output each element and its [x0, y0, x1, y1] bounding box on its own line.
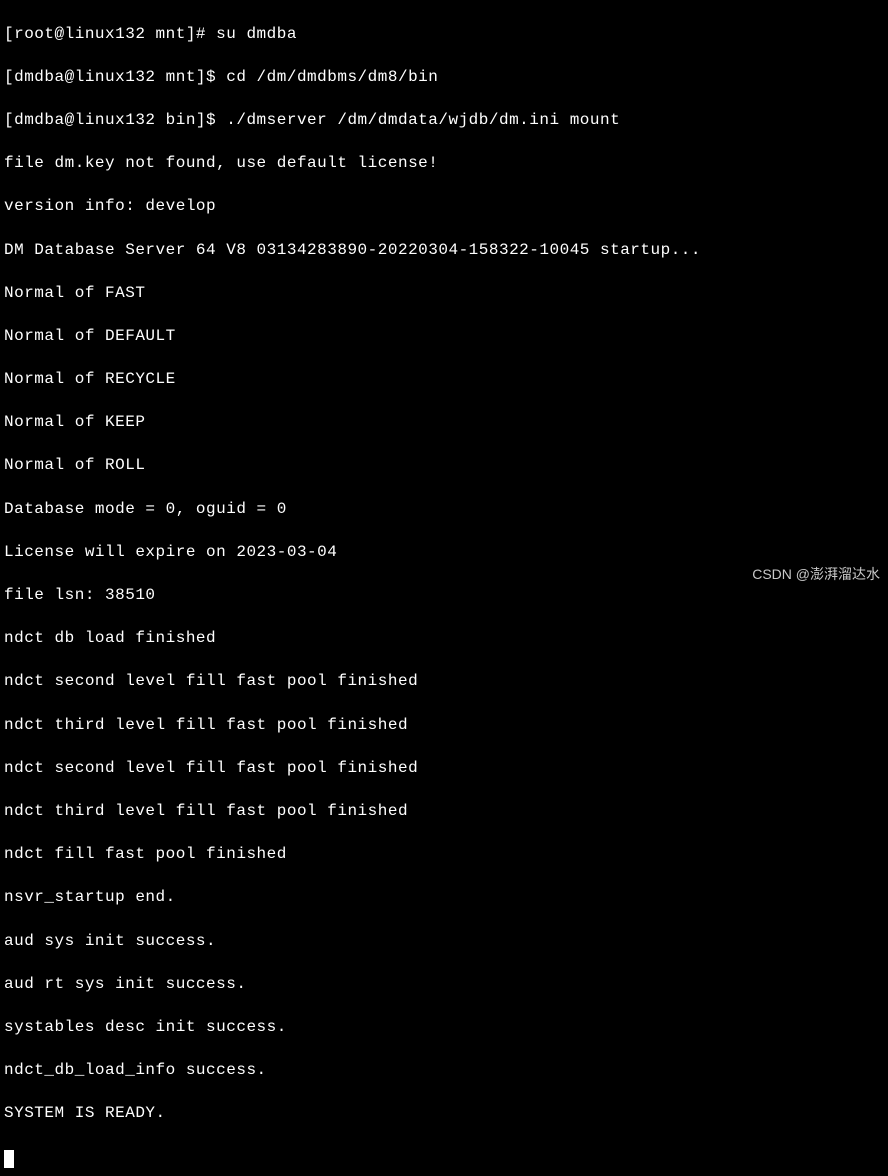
output-line: DM Database Server 64 V8 03134283890-202…	[4, 240, 884, 262]
output-line: SYSTEM IS READY.	[4, 1103, 884, 1125]
output-line: ndct second level fill fast pool finishe…	[4, 758, 884, 780]
output-line: ndct_db_load_info success.	[4, 1060, 884, 1082]
output-line: file dm.key not found, use default licen…	[4, 153, 884, 175]
output-line: aud sys init success.	[4, 931, 884, 953]
cursor-line[interactable]	[4, 1146, 884, 1168]
output-line: Normal of FAST	[4, 283, 884, 305]
cursor-block	[4, 1150, 14, 1168]
output-line: file lsn: 38510	[4, 585, 884, 607]
output-line: Normal of KEEP	[4, 412, 884, 434]
output-line: nsvr_startup end.	[4, 887, 884, 909]
terminal-output[interactable]: [root@linux132 mnt]# su dmdba [dmdba@lin…	[0, 0, 888, 1176]
output-line: Database mode = 0, oguid = 0	[4, 499, 884, 521]
prompt-line: [dmdba@linux132 bin]$ ./dmserver /dm/dmd…	[4, 110, 884, 132]
output-line: ndct second level fill fast pool finishe…	[4, 671, 884, 693]
output-line: License will expire on 2023-03-04	[4, 542, 884, 564]
output-line: ndct db load finished	[4, 628, 884, 650]
output-line: ndct third level fill fast pool finished	[4, 801, 884, 823]
prompt-line: [root@linux132 mnt]# su dmdba	[4, 24, 884, 46]
output-line: Normal of DEFAULT	[4, 326, 884, 348]
output-line: Normal of RECYCLE	[4, 369, 884, 391]
output-line: Normal of ROLL	[4, 455, 884, 477]
prompt-line: [dmdba@linux132 mnt]$ cd /dm/dmdbms/dm8/…	[4, 67, 884, 89]
watermark-text: CSDN @澎湃溜达水	[752, 565, 880, 584]
output-line: ndct third level fill fast pool finished	[4, 715, 884, 737]
output-line: ndct fill fast pool finished	[4, 844, 884, 866]
output-line: systables desc init success.	[4, 1017, 884, 1039]
output-line: version info: develop	[4, 196, 884, 218]
output-line: aud rt sys init success.	[4, 974, 884, 996]
